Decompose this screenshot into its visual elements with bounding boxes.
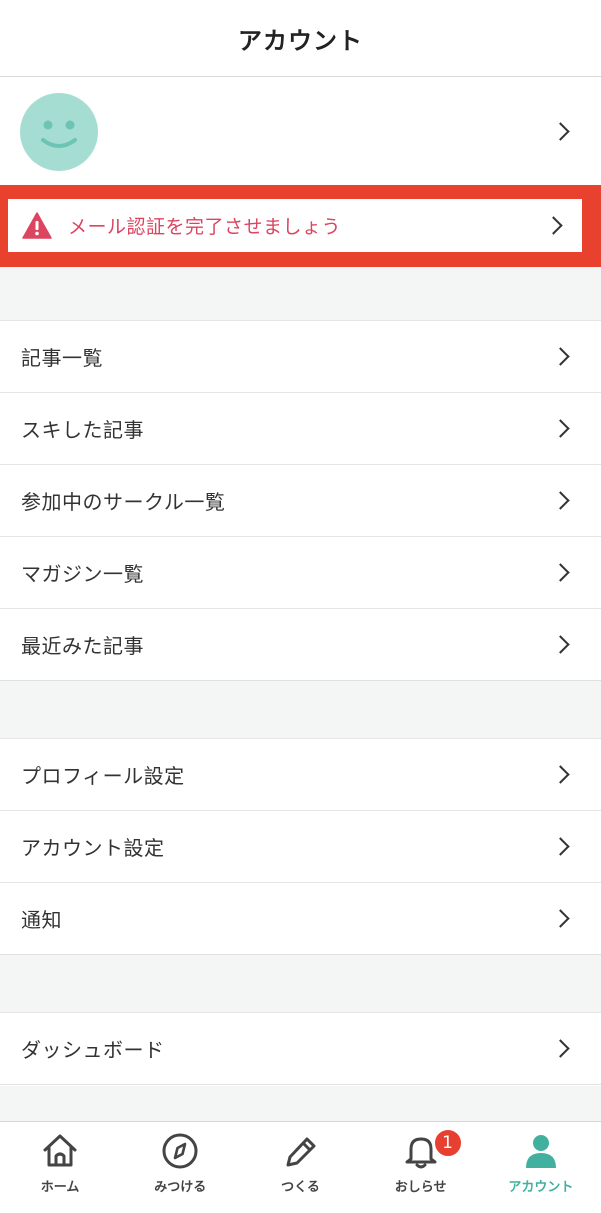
chevron-right-icon: [544, 216, 563, 235]
settings-menu: プロフィール設定 アカウント設定 通知: [0, 739, 601, 955]
app-header: アカウント: [0, 0, 601, 77]
chevron-right-icon: [551, 491, 570, 510]
menu-item-label: マガジン一覧: [21, 562, 144, 586]
chevron-right-icon: [551, 347, 570, 366]
menu-item-label: プロフィール設定: [21, 764, 185, 788]
menu-item-notifications[interactable]: 通知: [0, 883, 601, 955]
tab-label: おしらせ: [394, 1180, 447, 1195]
chevron-right-icon: [551, 419, 570, 438]
tab-create[interactable]: つくる: [240, 1122, 360, 1213]
tab-account[interactable]: アカウント: [481, 1122, 601, 1213]
warning-icon: [22, 212, 52, 239]
menu-item-label: アカウント設定: [21, 836, 165, 860]
menu-item-account-settings[interactable]: アカウント設定: [0, 811, 601, 883]
menu-item-profile-settings[interactable]: プロフィール設定: [0, 739, 601, 811]
menu-item-articles[interactable]: 記事一覧: [0, 321, 601, 393]
chevron-right-icon: [551, 1039, 570, 1058]
avatar: [20, 92, 98, 171]
compass-icon: [162, 1133, 198, 1169]
section-spacer: [0, 955, 601, 1013]
chevron-right-icon: [551, 837, 570, 856]
menu-item-label: 記事一覧: [21, 346, 103, 370]
menu-item-recent-articles[interactable]: 最近みた記事: [0, 609, 601, 681]
menu-item-liked-articles[interactable]: スキした記事: [0, 393, 601, 465]
menu-item-magazines[interactable]: マガジン一覧: [0, 537, 601, 609]
chevron-right-icon: [551, 909, 570, 928]
chevron-right-icon: [551, 122, 570, 141]
profile-row[interactable]: [0, 78, 601, 185]
menu-item-label: 最近みた記事: [21, 634, 144, 658]
chevron-right-icon: [551, 765, 570, 784]
notification-badge: 1: [432, 1128, 463, 1158]
menu-item-label: 通知: [21, 908, 62, 932]
chevron-right-icon: [551, 563, 570, 582]
bottom-tab-bar: ホーム みつける つくる 1 おしらせ アカウント: [0, 1121, 601, 1213]
tab-notifications[interactable]: 1 おしらせ: [361, 1122, 481, 1213]
person-icon: [525, 1135, 556, 1168]
dashboard-menu: ダッシュボード: [0, 1013, 601, 1085]
email-verify-alert-text: メール認証を完了させましょう: [68, 216, 342, 238]
section-spacer: [0, 267, 601, 321]
chevron-right-icon: [551, 635, 570, 654]
tab-home[interactable]: ホーム: [0, 1122, 120, 1213]
content-menu: 記事一覧 スキした記事 参加中のサークル一覧 マガジン一覧 最近みた記事: [0, 321, 601, 681]
tab-label: アカウント: [508, 1180, 574, 1195]
tab-label: つくる: [281, 1180, 320, 1195]
email-verify-alert[interactable]: メール認証を完了させましょう: [8, 199, 582, 252]
section-spacer: [0, 1086, 601, 1121]
tab-discover[interactable]: みつける: [120, 1122, 240, 1213]
smiley-avatar-icon: [41, 120, 77, 148]
tab-label: みつける: [154, 1180, 207, 1195]
menu-item-dashboard[interactable]: ダッシュボード: [0, 1013, 601, 1085]
menu-item-label: スキした記事: [21, 418, 144, 442]
menu-item-label: 参加中のサークル一覧: [21, 490, 226, 514]
menu-item-circles[interactable]: 参加中のサークル一覧: [0, 465, 601, 537]
menu-item-label: ダッシュボード: [21, 1038, 165, 1062]
pencil-icon: [286, 1137, 316, 1167]
home-icon: [43, 1134, 77, 1167]
page-title: アカウント: [238, 26, 363, 55]
section-spacer: [0, 681, 601, 739]
tab-label: ホーム: [40, 1180, 80, 1195]
email-verify-alert-frame: メール認証を完了させましょう: [0, 185, 601, 267]
